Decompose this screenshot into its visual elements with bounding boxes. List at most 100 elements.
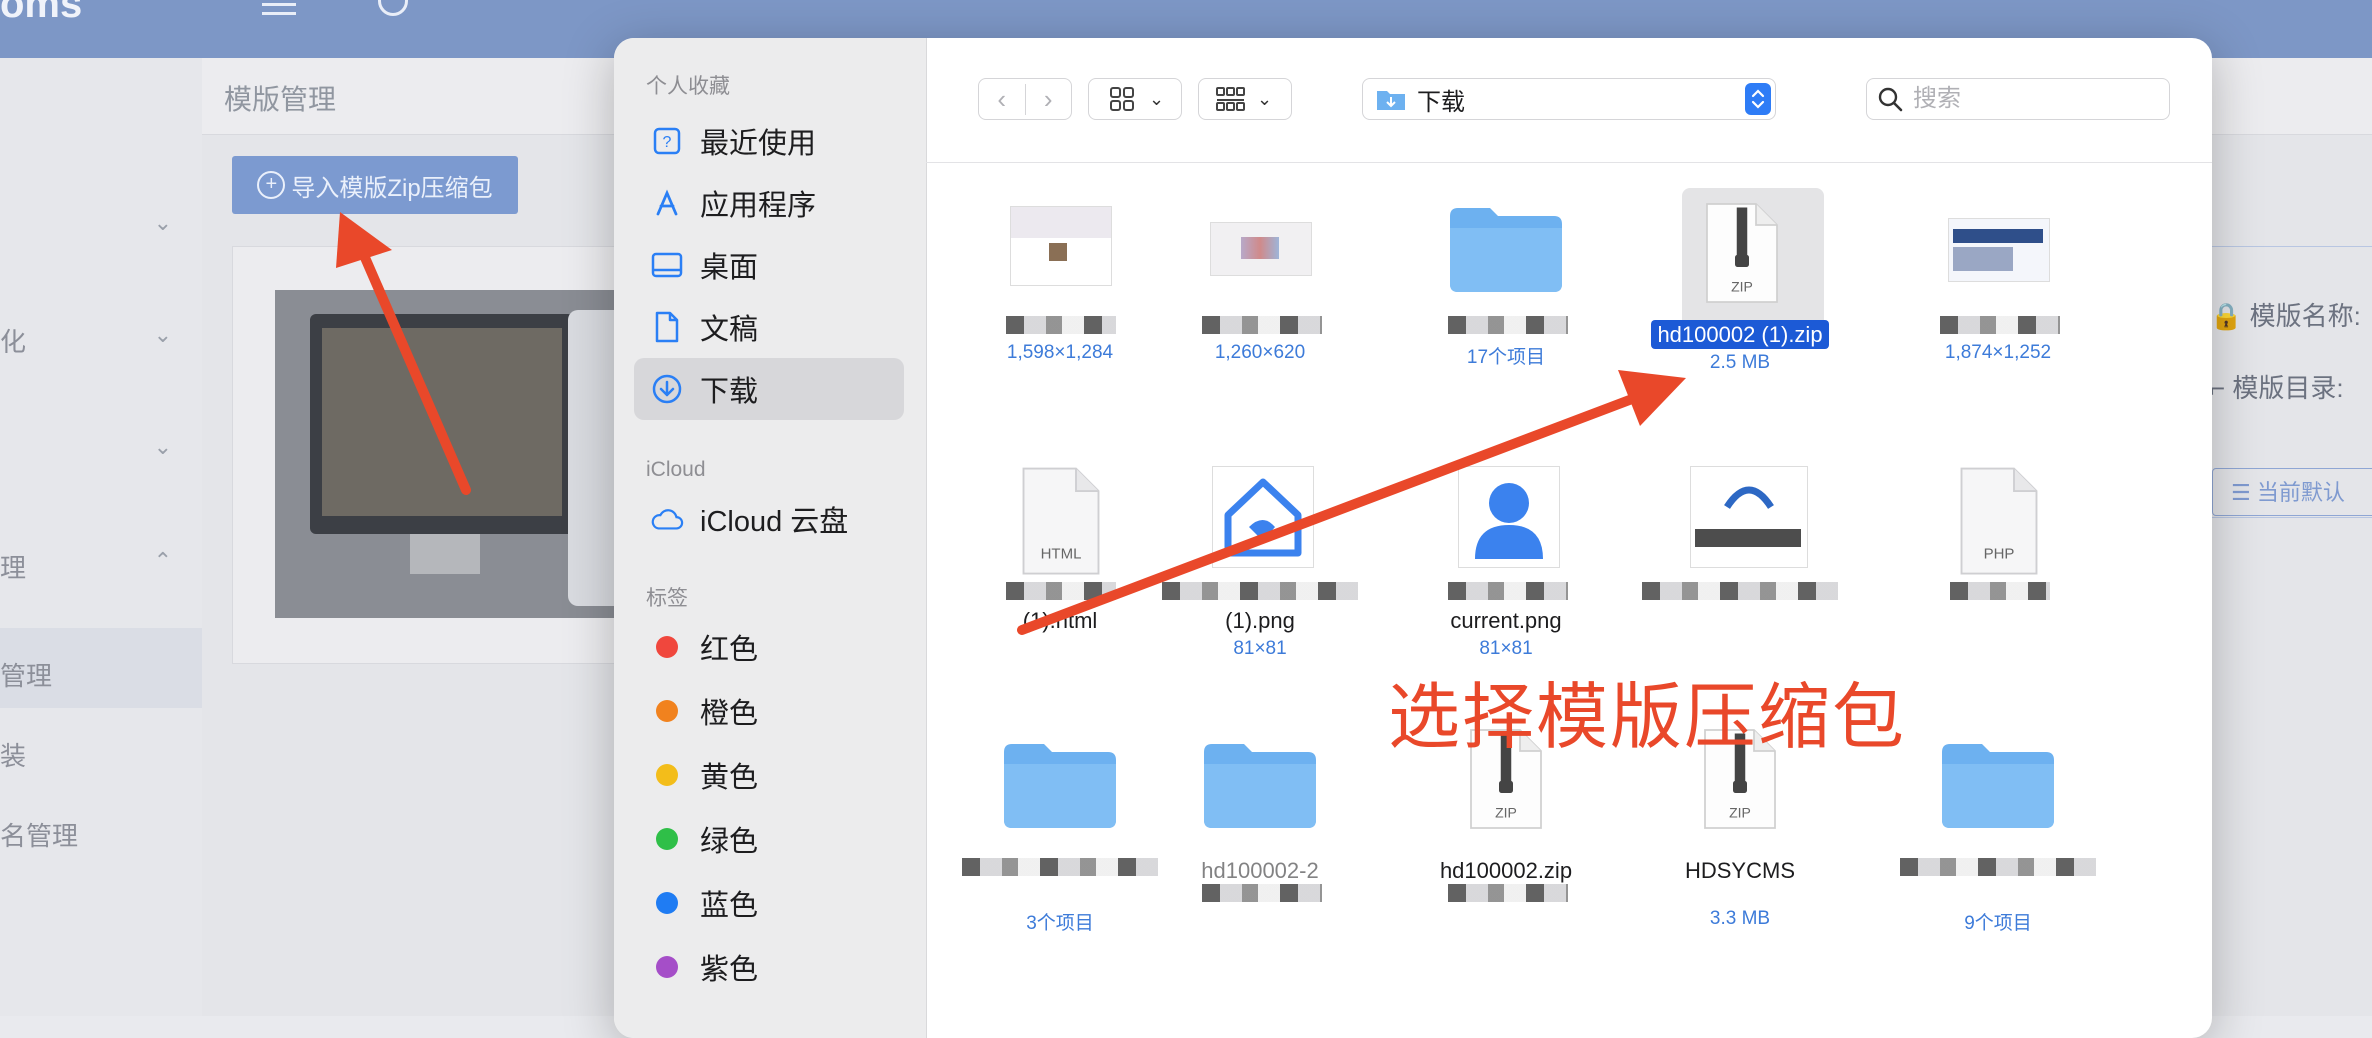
cloud-icon [650,502,684,536]
chevron-up-icon: ⌃ [153,548,172,573]
sidebar-item-install[interactable]: 装 [0,730,202,771]
redacted-filename [1006,316,1116,334]
chevron-down-icon: ⌄ [153,434,172,459]
sidebar-item-downloads[interactable]: 下载 [634,358,904,420]
tag-green[interactable]: 绿色 [634,808,904,870]
html-file-icon: HTML [1022,467,1100,575]
annotation-text: 选择模版压缩包 [1388,678,1907,758]
refresh-icon[interactable] [378,0,408,16]
sidebar-item-domain[interactable]: 名管理 [0,810,202,851]
redacted-filename [1940,316,2060,334]
svg-text:PHP: PHP [1984,546,2015,563]
logo-icon [1724,486,1774,509]
redacted-filename [1202,884,1322,902]
file-grid: 1,598×1,284 1,260×620 17个项目 ZIP hd100002… [926,162,2212,1038]
favorites-section-title: 个人收藏 [646,75,730,98]
app-sidebar [0,58,202,1016]
blue-dot-icon [656,892,678,914]
search-icon [1878,87,1903,112]
downloads-folder-icon [1377,91,1405,110]
svg-text:ZIP: ZIP [1495,805,1517,821]
search-input[interactable] [1911,84,2145,114]
layers-icon: ☰ [2231,480,2251,505]
sidebar-item-applications[interactable]: 应用程序 [634,172,904,234]
template-name-label: 🔒 模版名称: [2210,301,2361,331]
location-stepper-icon [1745,83,1771,115]
folder-small-icon: ⌐ [2210,373,2226,403]
image-thumbnail [1210,222,1312,276]
folder-icon [1204,744,1316,828]
file-open-dialog: 个人收藏 ? 最近使用 应用程序 桌面 文稿 下载 iCloud iCloud … [614,38,2212,1038]
tag-red[interactable]: 红色 [634,616,904,678]
home-image-thumbnail [1212,466,1314,568]
user-image-thumbnail [1458,466,1560,568]
purple-dot-icon [656,956,678,978]
nav-buttons: ‹ › [978,78,1072,120]
sidebar-item-desktop[interactable]: 桌面 [634,234,904,296]
back-button[interactable]: ‹ [979,83,1026,115]
monitor-screen [322,328,562,516]
location-name: 下载 [1417,88,1465,116]
downloads-icon [650,372,684,406]
zip-file-icon: ZIP [1706,203,1778,303]
chevron-down-icon: ⌄ [153,322,172,347]
yellow-dot-icon [656,764,678,786]
lock-icon: 🔒 [2210,301,2243,331]
applications-icon [650,186,684,220]
desktop-icon [650,248,684,282]
orange-dot-icon [656,700,678,722]
search-field[interactable] [1866,78,2170,120]
sidebar-item-icloud-drive[interactable]: iCloud 云盘 [634,488,904,550]
group-by-button[interactable]: ⌄ [1198,78,1292,120]
sidebar-item[interactable]: 理 ⌃ [0,542,202,583]
redacted-filename [1202,316,1322,334]
sidebar-item[interactable]: ⌄ [0,428,202,468]
import-zip-button[interactable]: + 导入模版Zip压缩包 [232,156,518,214]
red-dot-icon [656,636,678,658]
tags-section-title: 标签 [646,587,688,610]
forward-button[interactable]: › [1026,84,1072,115]
folder-icon [1450,208,1562,292]
svg-text:HTML: HTML [1041,546,1082,563]
sidebar-item[interactable]: 化 ⌄ [0,316,202,357]
folder-icon [1004,744,1116,828]
phone-illustration [568,310,616,606]
menu-toggle-icon[interactable] [262,0,296,18]
tag-yellow[interactable]: 黄色 [634,744,904,806]
sidebar-item-recents[interactable]: ? 最近使用 [634,110,904,172]
php-file-icon: PHP [1960,467,2038,575]
chevron-down-icon: ⌄ [1149,88,1165,109]
redacted-filename [1900,858,2096,876]
svg-text:ZIP: ZIP [1731,279,1753,295]
sidebar-item-template-manage[interactable]: 管理 [0,650,202,691]
location-popup[interactable]: 下载 [1362,78,1776,120]
app-logo: oms [0,0,83,26]
logo-image-thumbnail [1690,466,1808,568]
user-icon [1475,483,1543,559]
sidebar-item-documents[interactable]: 文稿 [634,296,904,358]
tag-purple[interactable]: 紫色 [634,936,904,998]
redacted-filename [1448,316,1568,334]
grid-view-icon [1110,87,1134,111]
svg-text:ZIP: ZIP [1729,805,1751,821]
redacted-filename [1642,582,1838,600]
folder-icon [1942,744,2054,828]
redacted-filename [1006,582,1116,600]
sidebar-item[interactable]: ⌄ [0,204,202,244]
dialog-sidebar: 个人收藏 ? 最近使用 应用程序 桌面 文稿 下载 iCloud iCloud … [614,38,927,1038]
view-mode-button[interactable]: ⌄ [1088,78,1182,120]
current-default-button[interactable]: ☰ 当前默认 [2212,468,2372,516]
tag-blue[interactable]: 蓝色 [634,872,904,934]
image-thumbnail [1948,218,2050,282]
chevron-down-icon: ⌄ [1257,88,1273,109]
redacted-filename [1162,582,1358,600]
dialog-toolbar: ‹ › ⌄ ⌄ 下载 [926,38,2212,163]
tag-orange[interactable]: 橙色 [634,680,904,742]
plus-circle-icon: + [257,171,286,199]
monitor-stand [410,534,480,574]
redacted-filename [1448,884,1568,902]
green-dot-icon [656,828,678,850]
selected-filename: hd100002 (1).zip [1651,320,1829,349]
redacted-filename [1448,582,1568,600]
import-zip-label: 导入模版Zip压缩包 [291,174,493,202]
